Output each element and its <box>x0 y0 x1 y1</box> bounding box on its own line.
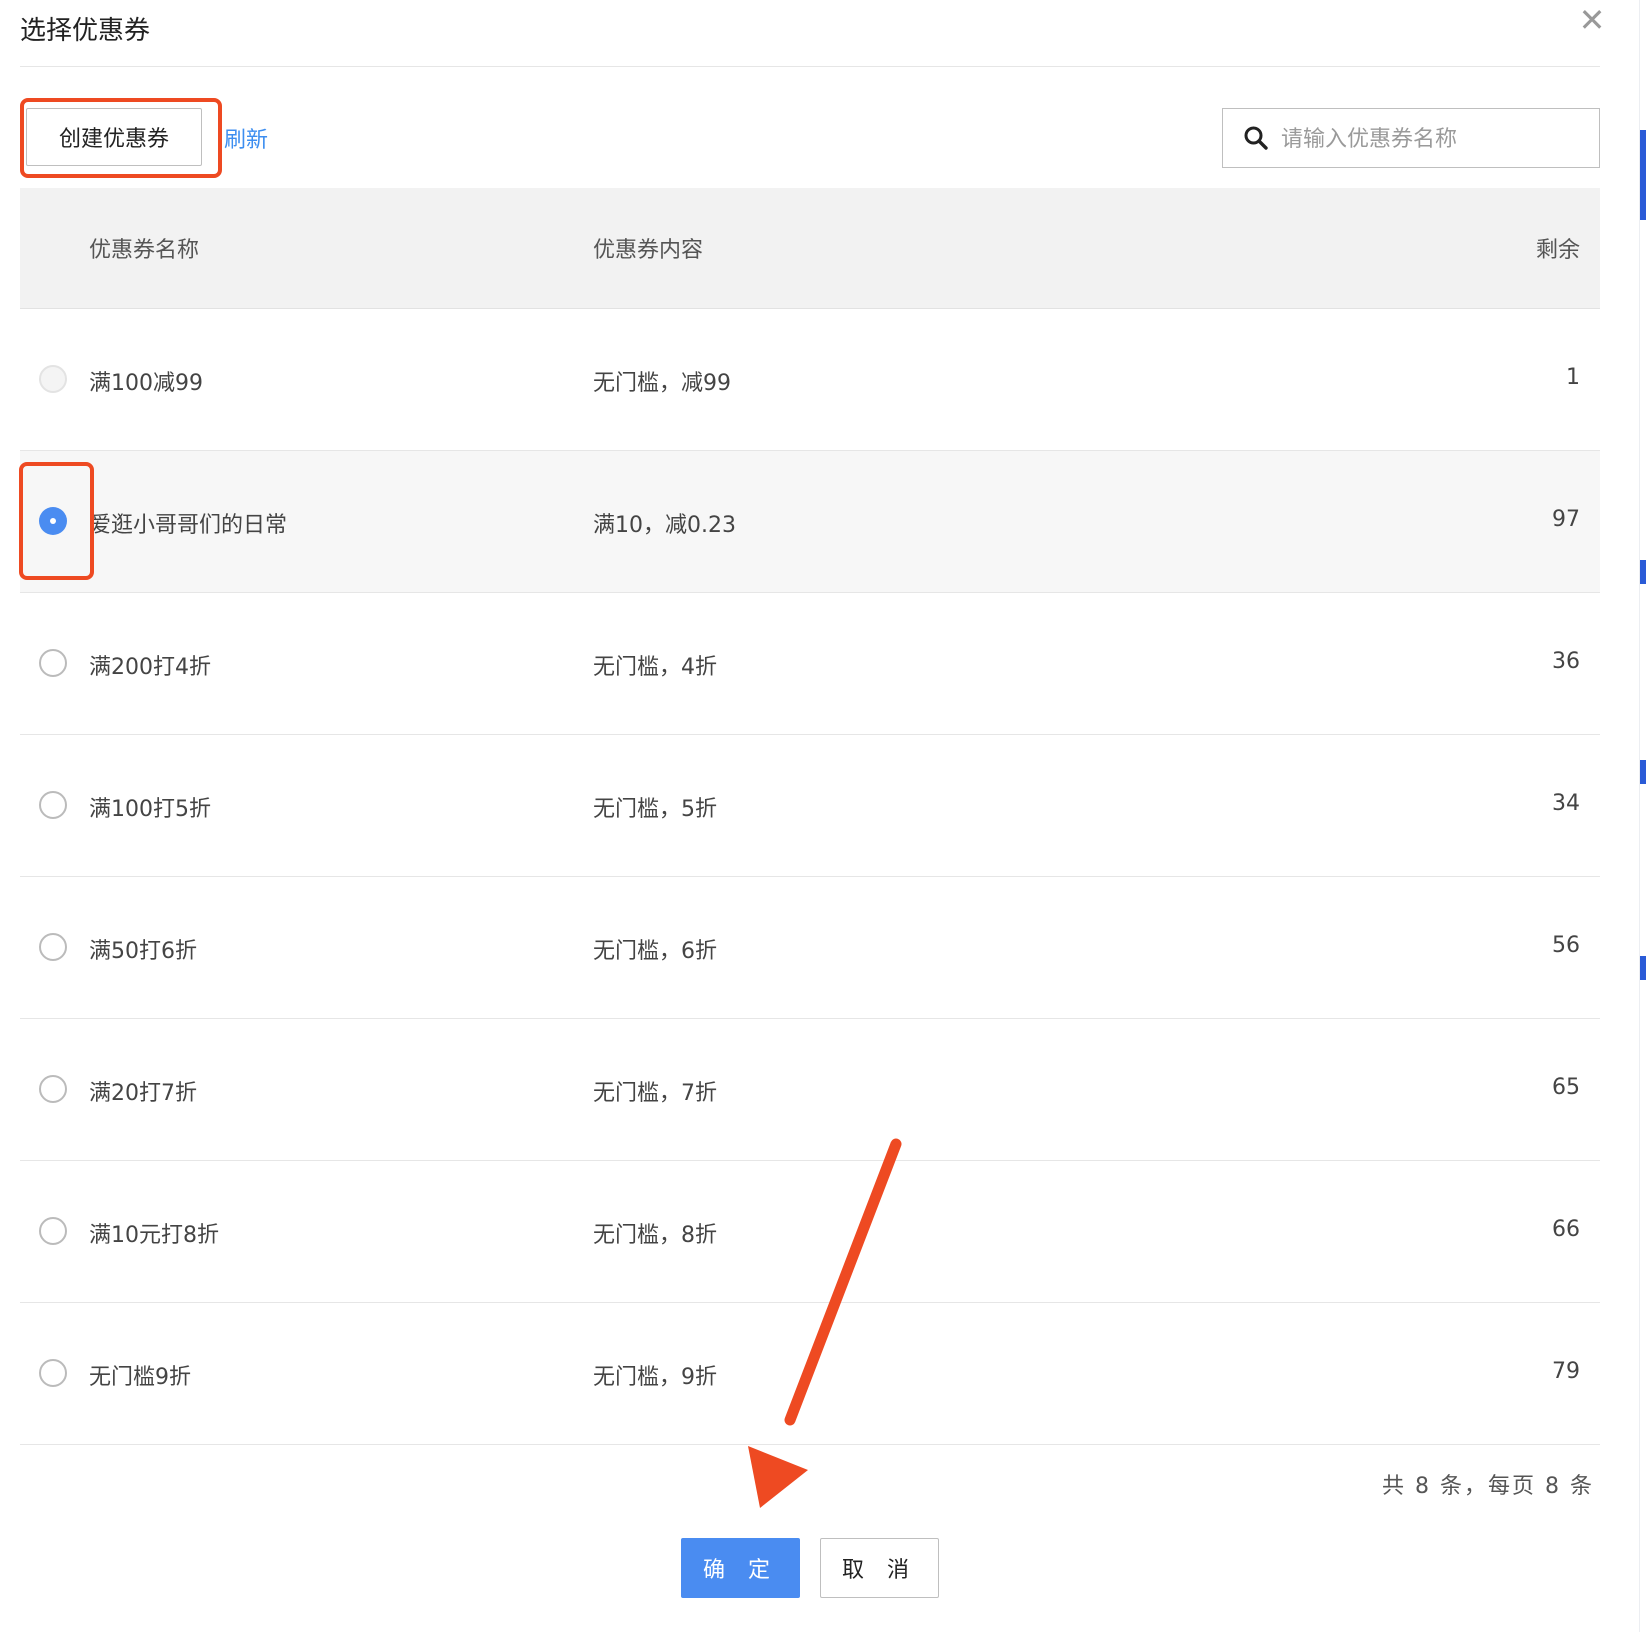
header-content: 优惠券内容 <box>593 238 704 263</box>
cell-content: 无门槛，4折 <box>593 655 717 680</box>
row-radio[interactable] <box>39 1217 67 1245</box>
table-row[interactable]: 满200打4折 无门槛，4折 36 <box>20 593 1600 735</box>
cell-remain: 56 <box>1552 933 1580 958</box>
table-body: 满100减99 无门槛，减99 1 爱逛小哥哥们的日常 满10，减0.23 97 满200打… <box>20 309 1600 1445</box>
row-radio[interactable] <box>39 933 67 961</box>
cell-content: 满10，减0.23 <box>593 513 736 538</box>
row-radio <box>39 365 67 393</box>
edge-mark <box>1640 130 1646 220</box>
cell-name: 满50打6折 <box>89 939 197 964</box>
create-coupon-button[interactable]: 创建优惠券 <box>26 108 202 166</box>
header-name: 优惠券名称 <box>89 238 200 263</box>
cell-content: 无门槛，减99 <box>593 371 731 396</box>
cell-remain: 79 <box>1552 1359 1580 1384</box>
row-radio[interactable] <box>39 1075 67 1103</box>
cell-name: 满200打4折 <box>89 655 211 680</box>
search-input[interactable] <box>1279 117 1583 161</box>
cell-remain: 36 <box>1552 649 1580 674</box>
cancel-button[interactable]: 取 消 <box>820 1538 939 1598</box>
cell-remain: 1 <box>1566 365 1580 390</box>
cell-content: 无门槛，6折 <box>593 939 717 964</box>
cell-name: 满10元打8折 <box>89 1223 219 1248</box>
cell-name: 满100打5折 <box>89 797 211 822</box>
cell-name: 无门槛9折 <box>89 1365 191 1390</box>
search-icon <box>1244 126 1268 150</box>
table-row[interactable]: 爱逛小哥哥们的日常 满10，减0.23 97 <box>20 451 1600 593</box>
background-page-edge <box>1639 0 1646 1632</box>
dialog-title: 选择优惠券 <box>20 16 151 46</box>
confirm-button[interactable]: 确 定 <box>681 1538 800 1598</box>
pagination-info: 共 8 条，每页 8 条 <box>1382 1474 1594 1499</box>
table-row[interactable]: 无门槛9折 无门槛，9折 79 <box>20 1303 1600 1445</box>
table-row[interactable]: 满20打7折 无门槛，7折 65 <box>20 1019 1600 1161</box>
coupon-table: 优惠券名称 优惠券内容 剩余 满100减99 无门槛，减99 1 爱逛小哥哥们的日常满… <box>20 188 1600 1445</box>
header-remain: 剩余 <box>1535 238 1580 263</box>
table-row[interactable]: 满100打5折 无门槛，5折 34 <box>20 735 1600 877</box>
table-row[interactable]: 满50打6折 无门槛，6折 56 <box>20 877 1600 1019</box>
cell-content: 无门槛，5折 <box>593 797 717 822</box>
row-radio[interactable] <box>39 1359 67 1387</box>
table-row[interactable]: 满10元打8折 无门槛，8折 66 <box>20 1161 1600 1303</box>
search-box <box>1222 108 1600 168</box>
table-header: 优惠券名称 优惠券内容 剩余 <box>20 188 1600 309</box>
close-icon[interactable]: ✕ <box>1576 4 1608 36</box>
edge-mark <box>1640 560 1646 584</box>
cell-remain: 65 <box>1552 1075 1580 1100</box>
row-radio[interactable] <box>39 649 67 677</box>
row-radio[interactable] <box>39 507 67 535</box>
cell-name: 满20打7折 <box>89 1081 197 1106</box>
row-radio[interactable] <box>39 791 67 819</box>
cell-name: 爱逛小哥哥们的日常 <box>89 513 288 538</box>
cell-remain: 34 <box>1552 791 1580 816</box>
edge-mark <box>1640 760 1646 784</box>
coupon-select-dialog: 选择优惠券 ✕ 创建优惠券 刷新 优惠券名称 优惠券内容 剩余 满100减99 无… <box>0 0 1640 1632</box>
refresh-link[interactable]: 刷新 <box>224 122 268 154</box>
table-row[interactable]: 满100减99 无门槛，减99 1 <box>20 309 1600 451</box>
cell-content: 无门槛，8折 <box>593 1223 717 1248</box>
cell-remain: 97 <box>1552 507 1580 532</box>
cell-content: 无门槛，7折 <box>593 1081 717 1106</box>
edge-mark <box>1640 956 1646 980</box>
cell-content: 无门槛，9折 <box>593 1365 717 1390</box>
cell-name: 满100减99 <box>89 371 203 396</box>
cell-remain: 66 <box>1552 1217 1580 1242</box>
title-divider <box>20 66 1600 67</box>
